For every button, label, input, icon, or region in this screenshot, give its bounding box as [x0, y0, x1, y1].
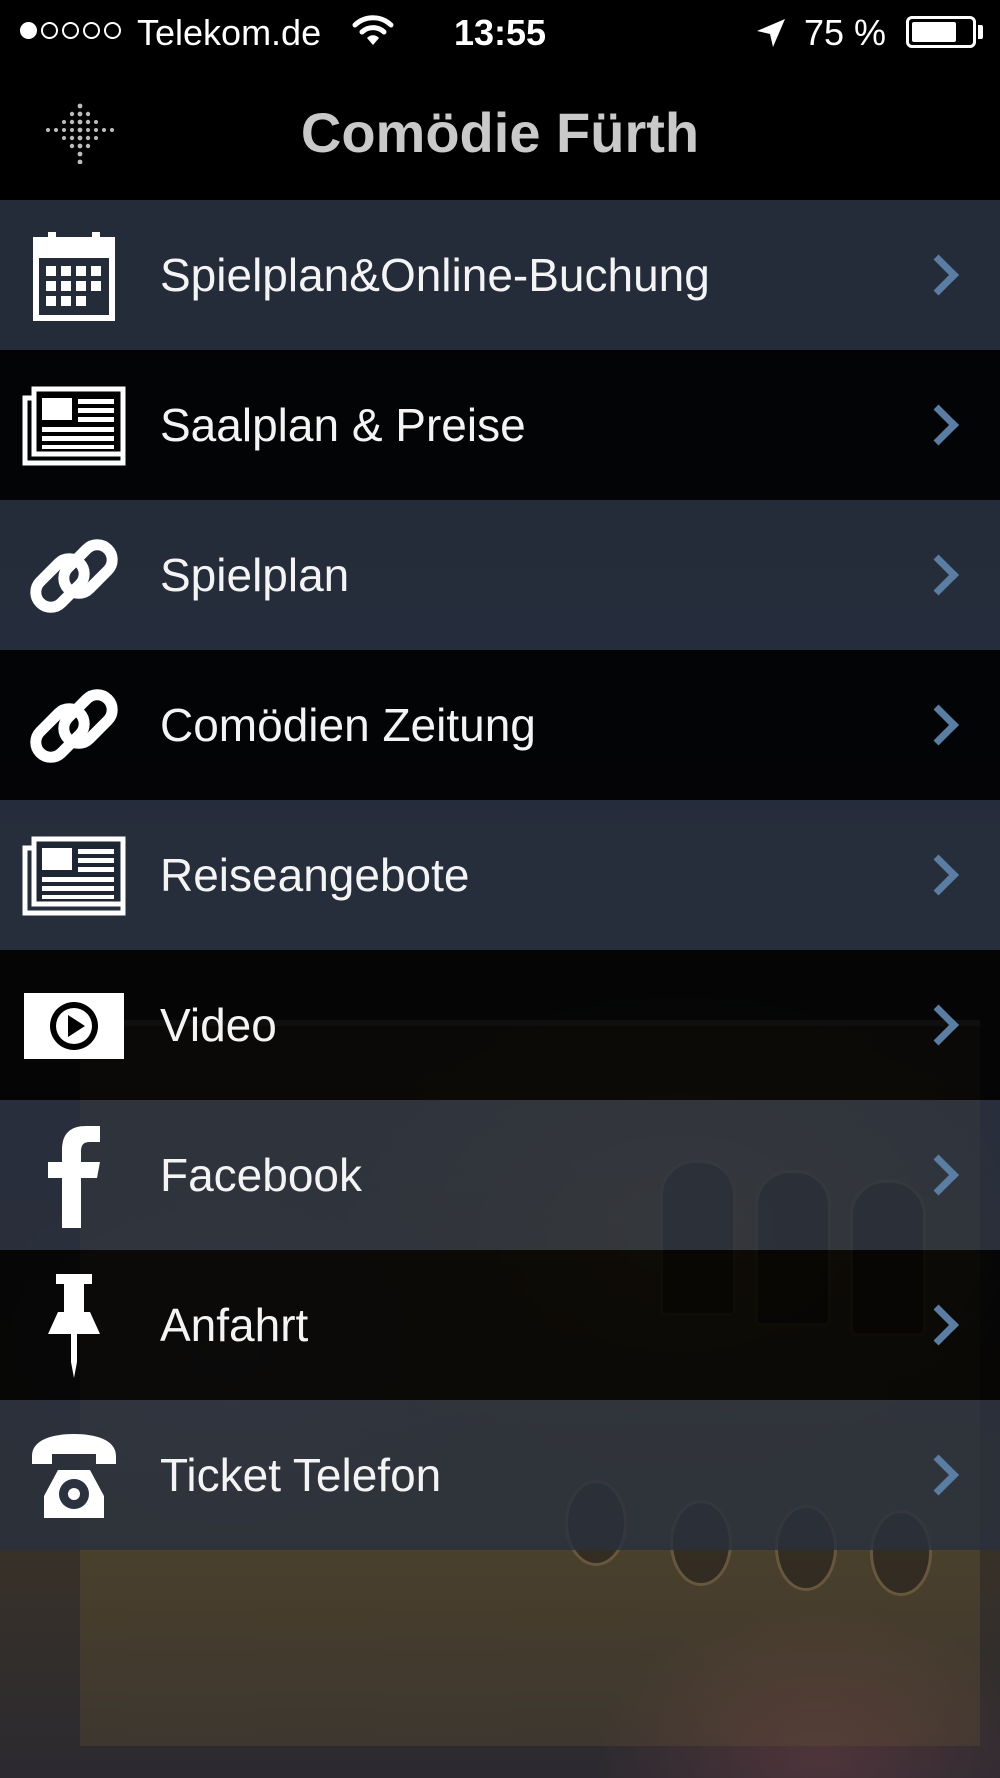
navigation-bar: Comödie Fürth [0, 64, 1000, 200]
newspaper-icon [22, 376, 126, 476]
chevron-right-icon [917, 1454, 960, 1496]
chevron-right-icon [917, 1304, 960, 1346]
menu-item-video[interactable]: Video [0, 950, 1000, 1100]
chevron-right-icon [917, 554, 960, 596]
menu-item-label: Spielplan&Online-Buchung [160, 249, 710, 301]
menu-item-comoedien-zeitung[interactable]: Comödien Zeitung [0, 650, 1000, 800]
menu-item-label: Anfahrt [160, 1299, 309, 1351]
page-title: Comödie Fürth [300, 101, 700, 164]
location-arrow-icon [755, 16, 787, 58]
menu-item-anfahrt[interactable]: Anfahrt [0, 1250, 1000, 1400]
menu-item-facebook[interactable]: Facebook [0, 1100, 1000, 1250]
battery-tip [978, 25, 983, 39]
battery-percent: 75 % [804, 12, 887, 53]
chevron-right-icon [917, 1154, 960, 1196]
menu-item-label: Video [160, 999, 277, 1051]
battery-level [912, 22, 956, 42]
newspaper-icon [22, 826, 126, 926]
menu-item-label: Comödien Zeitung [160, 699, 536, 751]
chevron-right-icon [917, 1004, 960, 1046]
calendar-icon [22, 226, 126, 326]
link-icon [22, 676, 126, 776]
menu-item-spielplan-online-buchung[interactable]: Spielplan&Online-Buchung [0, 200, 1000, 350]
telephone-icon [22, 1426, 126, 1526]
menu-item-label: Reiseangebote [160, 849, 470, 901]
pushpin-icon [22, 1274, 126, 1378]
chevron-right-icon [917, 254, 960, 296]
menu-item-reiseangebote[interactable]: Reiseangebote [0, 800, 1000, 950]
play-icon [22, 976, 126, 1076]
chevron-right-icon [917, 704, 960, 746]
menu-item-label: Facebook [160, 1149, 363, 1201]
battery-icon [906, 16, 976, 48]
facebook-icon [22, 1126, 126, 1228]
menu-item-label: Ticket Telefon [160, 1449, 442, 1501]
chevron-right-icon [917, 854, 960, 896]
menu-item-ticket-telefon[interactable]: Ticket Telefon [0, 1400, 1000, 1550]
menu-item-label: Spielplan [160, 549, 350, 601]
status-bar: Telekom.de 13:55 75 % [0, 0, 1000, 64]
menu-item-saalplan-preise[interactable]: Saalplan & Preise [0, 350, 1000, 500]
menu-item-spielplan[interactable]: Spielplan [0, 500, 1000, 650]
menu-list: Spielplan&Online-Buchung Saalplan & Prei… [0, 200, 1000, 1550]
chevron-right-icon [917, 404, 960, 446]
menu-item-label: Saalplan & Preise [160, 399, 526, 451]
link-icon [22, 526, 126, 626]
